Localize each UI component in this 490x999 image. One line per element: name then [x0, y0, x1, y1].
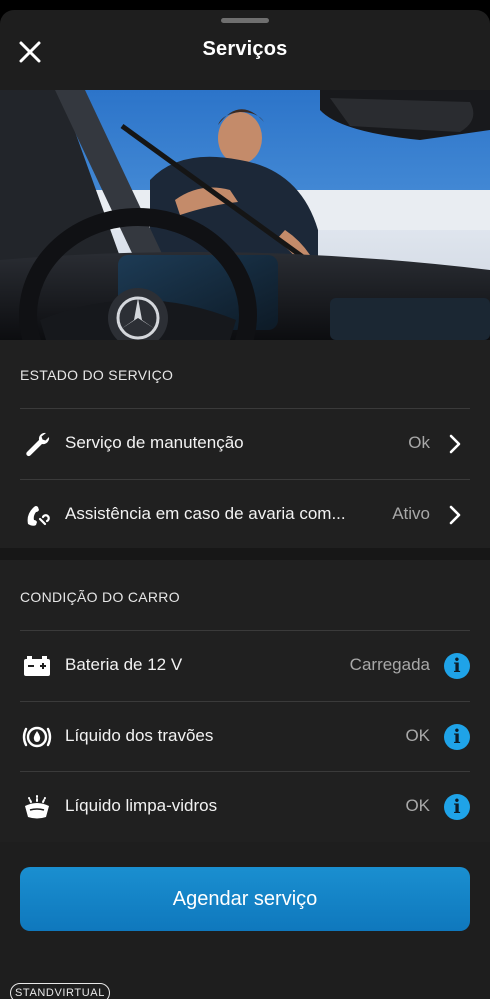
- row-label: Bateria de 12 V: [65, 655, 183, 674]
- car-condition-section: CONDIÇÃO DO CARRO Bateria de 12 V Carreg…: [0, 560, 490, 842]
- row-value: Ativo: [392, 504, 430, 523]
- section-title: CONDIÇÃO DO CARRO: [20, 589, 180, 605]
- breakdown-assistance-row[interactable]: Assistência em caso de avaria com... Ati…: [0, 480, 490, 550]
- row-value: OK: [405, 796, 430, 815]
- wrench-icon: [22, 429, 52, 459]
- washer-fluid-icon: [22, 792, 52, 822]
- section-gap: [0, 548, 490, 560]
- footer: Agendar serviço STANDVIRTUAL: [0, 842, 490, 999]
- info-icon[interactable]: i: [444, 794, 470, 820]
- hero-photo: [0, 90, 490, 340]
- chevron-right-icon: [449, 434, 461, 454]
- chevron-right-icon: [449, 505, 461, 525]
- watermark-logo: STANDVIRTUAL: [10, 983, 110, 999]
- phone-tool-icon: [22, 500, 52, 530]
- service-status-section: ESTADO DO SERVIÇO Serviço de manutenção …: [0, 340, 490, 548]
- row-label: Assistência em caso de avaria com...: [65, 504, 346, 523]
- washer-fluid-row[interactable]: Líquido limpa-vidros OK i: [0, 772, 490, 842]
- info-icon[interactable]: i: [444, 724, 470, 750]
- row-value: OK: [405, 726, 430, 745]
- battery-icon: [22, 651, 52, 681]
- brake-fluid-row[interactable]: Líquido dos travões OK i: [0, 702, 490, 772]
- row-label: Líquido limpa-vidros: [65, 796, 218, 815]
- info-icon[interactable]: i: [444, 653, 470, 679]
- section-title: ESTADO DO SERVIÇO: [20, 367, 174, 383]
- bottom-sheet: Serviços ESTADO DO SERVIÇO Serviço de ma…: [0, 10, 490, 999]
- schedule-service-button[interactable]: Agendar serviço: [20, 867, 470, 931]
- brake-fluid-icon: [22, 722, 52, 752]
- row-value: Carregada: [349, 655, 430, 674]
- maintenance-service-row[interactable]: Serviço de manutenção Ok: [0, 409, 490, 479]
- row-label: Serviço de manutenção: [65, 433, 244, 452]
- battery-row[interactable]: Bateria de 12 V Carregada i: [0, 631, 490, 701]
- row-value: Ok: [408, 433, 430, 452]
- row-label: Líquido dos travões: [65, 726, 214, 745]
- page-title: Serviços: [202, 38, 288, 60]
- header: Serviços: [0, 10, 490, 90]
